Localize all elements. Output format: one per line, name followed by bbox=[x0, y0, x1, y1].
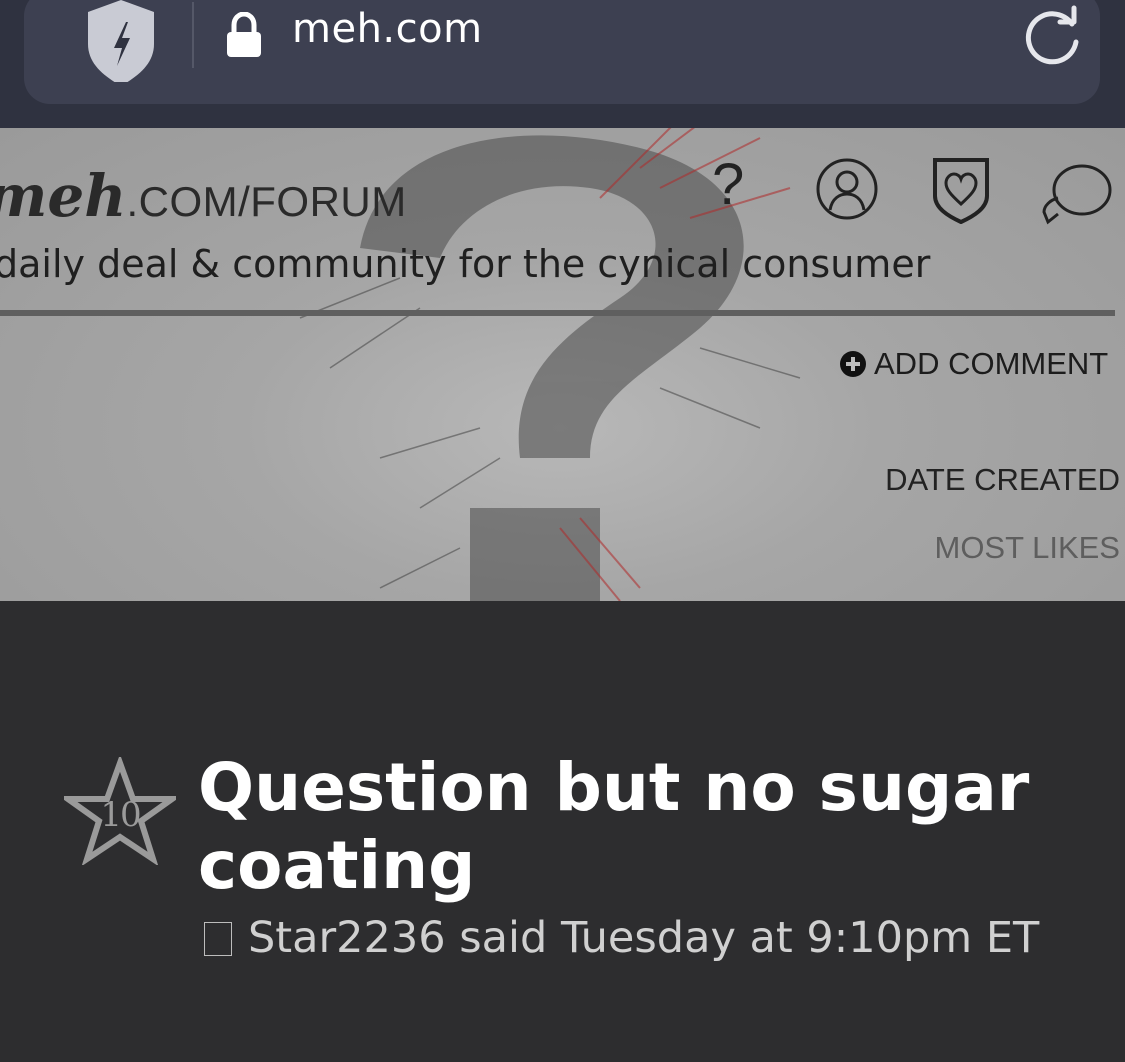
sort-date-created[interactable]: DATE CREATED bbox=[885, 462, 1120, 498]
site-logo[interactable]: meh.COM/FORUM bbox=[0, 162, 407, 230]
heart-shield-icon[interactable] bbox=[930, 156, 1000, 226]
post-container: 10 Question but no sugar coating Star223… bbox=[0, 601, 1125, 1062]
logo-forum: .COM/FORUM bbox=[126, 178, 407, 225]
address-bar[interactable]: meh.com bbox=[24, 0, 1100, 104]
avatar[interactable] bbox=[204, 922, 232, 956]
reload-icon[interactable] bbox=[1020, 2, 1086, 68]
help-icon[interactable]: ? bbox=[712, 156, 744, 214]
forum-header: meh.COM/FORUM ? daily deal & community f… bbox=[0, 128, 1125, 601]
post-meta-text: Star2236 said Tuesday at 9:10pm ET bbox=[248, 913, 1040, 963]
add-comment-label: ADD COMMENT bbox=[874, 346, 1109, 381]
address-bar-divider bbox=[192, 2, 194, 68]
site-tagline: daily deal & community for the cynical c… bbox=[0, 242, 931, 286]
sort-most-likes[interactable]: MOST LIKES bbox=[935, 530, 1121, 566]
account-icon[interactable] bbox=[814, 156, 884, 226]
add-comment-button[interactable]: ADD COMMENT bbox=[840, 346, 1108, 382]
star-count: 10 bbox=[100, 795, 141, 835]
url-text[interactable]: meh.com bbox=[292, 6, 483, 52]
chat-bubbles-icon[interactable] bbox=[1040, 156, 1112, 226]
shield-bolt-icon[interactable] bbox=[84, 0, 158, 86]
header-divider bbox=[0, 310, 1115, 316]
browser-toolbar: meh.com bbox=[0, 0, 1125, 128]
logo-meh: meh bbox=[0, 162, 127, 230]
post-meta: Star2236 said Tuesday at 9:10pm ET bbox=[198, 909, 1078, 967]
plus-circle-icon bbox=[840, 351, 866, 377]
lock-icon bbox=[225, 11, 263, 58]
post-title[interactable]: Question but no sugar coating bbox=[198, 749, 1098, 905]
